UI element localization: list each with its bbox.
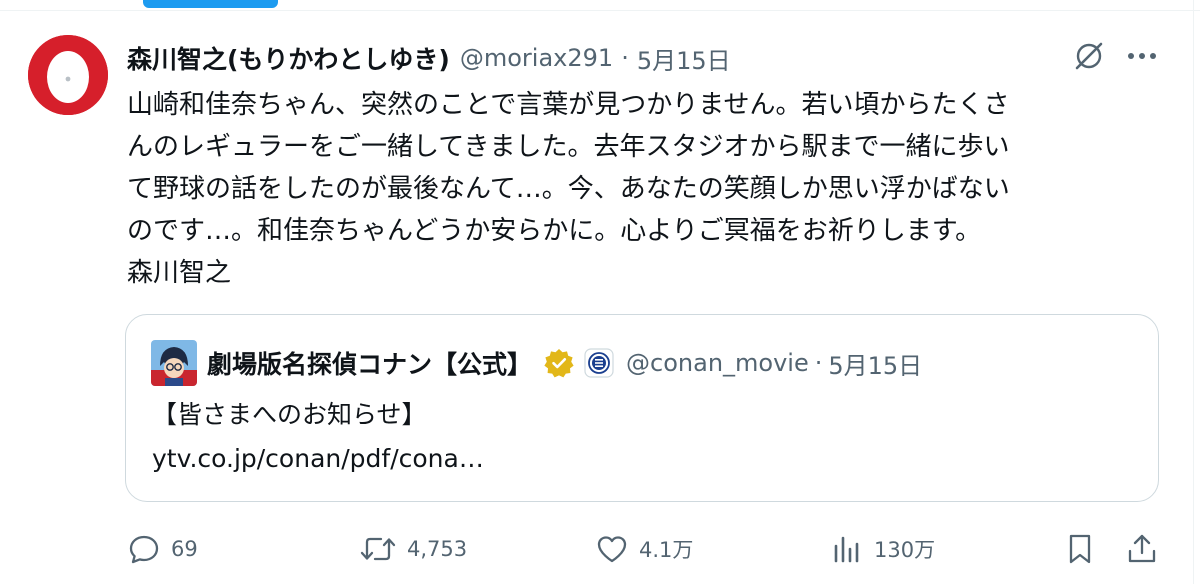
like-button[interactable]: 4.1万	[595, 528, 693, 570]
quoted-author-avatar	[151, 340, 197, 386]
author-avatar[interactable]	[28, 35, 108, 115]
quoted-tweet-header: 劇場版名探偵コナン【公式】 @conan_movie · 5月15日	[207, 343, 922, 383]
bookmark-button[interactable]	[1063, 528, 1097, 570]
share-icon	[1128, 534, 1156, 563]
quoted-tweet-date[interactable]: 5月15日	[828, 346, 922, 381]
tweet-text-line: 森川智之	[127, 258, 232, 288]
active-tab-indicator	[143, 0, 278, 8]
quoted-tweet-text-line: 【皆さまへのお知らせ】	[152, 400, 427, 429]
tweet-action-bar: 69 4,753 4.1万 130万	[127, 528, 1167, 570]
grok-icon	[1075, 42, 1103, 70]
more-icon	[1128, 53, 1156, 59]
tweet-text-line: のです…。和佳奈ちゃんどうか安らかに。心よりご冥福をお祈りします。	[127, 216, 982, 246]
repost-button[interactable]: 4,753	[359, 528, 467, 570]
share-button[interactable]	[1125, 528, 1159, 570]
affiliate-badge-icon[interactable]	[584, 348, 614, 378]
separator-dot: ·	[621, 44, 629, 72]
tweet-text-line: んのレギュラーをご一緒してきました。去年スタジオから駅まで一緒に歩い	[127, 132, 1010, 162]
reply-button[interactable]: 69	[127, 528, 198, 570]
quoted-tweet-link[interactable]: ytv.co.jp/conan/pdf/cona…	[152, 437, 484, 481]
quoted-author-display-name[interactable]: 劇場版名探偵コナン【公式】	[207, 345, 532, 381]
tweet-text-line: て野球の話をしたのが最後なんて…。今、あなたの笑顔しか思い浮かばない	[127, 174, 1010, 204]
reply-count: 69	[171, 537, 198, 561]
repost-count: 4,753	[407, 537, 468, 561]
quoted-author-handle[interactable]: @conan_movie	[626, 349, 809, 377]
views-icon	[834, 536, 859, 563]
separator-dot: ·	[814, 349, 823, 377]
quoted-tweet-text: 【皆さまへのお知らせ】 ytv.co.jp/conan/pdf/cona…	[152, 393, 484, 481]
tweet-text: 山崎和佳奈ちゃん、突然のことで言葉が見つかりません。若い頃からたくさ んのレギュ…	[127, 84, 1167, 294]
author-handle[interactable]: @moriax291	[460, 44, 613, 72]
views-count: 130万	[874, 538, 936, 562]
author-display-name[interactable]: 森川智之(もりかわとしゆき)	[127, 40, 450, 76]
tweet-detail: 森川智之(もりかわとしゆき) @moriax291 · 5月15日 山崎和佳奈ち…	[0, 0, 1200, 584]
verified-badge-icon	[544, 348, 574, 378]
grok-button[interactable]	[1071, 38, 1107, 74]
tweet-header: 森川智之(もりかわとしゆき) @moriax291 · 5月15日	[127, 38, 731, 78]
reply-icon	[129, 535, 159, 564]
divider	[1193, 0, 1194, 584]
views-button[interactable]: 130万	[830, 528, 935, 570]
tweet-text-line: 山崎和佳奈ちゃん、突然のことで言葉が見つかりません。若い頃からたくさ	[127, 90, 1010, 120]
quoted-tweet-card[interactable]: 劇場版名探偵コナン【公式】 @conan_movie · 5月15日 【皆さまへ…	[125, 314, 1159, 502]
more-button[interactable]	[1124, 38, 1160, 74]
tweet-date[interactable]: 5月15日	[637, 41, 731, 76]
like-count: 4.1万	[639, 538, 694, 562]
bookmark-icon	[1069, 534, 1091, 564]
divider	[0, 10, 1200, 11]
heart-icon	[597, 536, 627, 563]
repost-icon	[360, 537, 396, 561]
